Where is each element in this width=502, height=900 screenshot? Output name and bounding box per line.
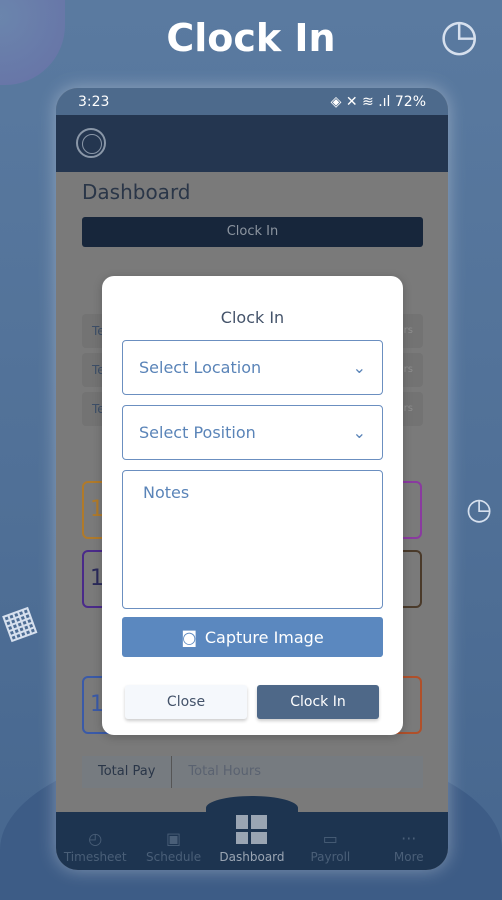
- dashboard-icon: [236, 815, 268, 844]
- nav-more[interactable]: ··· More: [370, 829, 448, 864]
- tab-total-hours[interactable]: Total Hours: [172, 756, 277, 788]
- nav-timesheet[interactable]: ◴ Timesheet: [56, 829, 134, 864]
- status-time: 3:23: [78, 93, 110, 110]
- app-bar: [56, 115, 448, 172]
- dashboard-clock-in-button[interactable]: Clock In: [82, 217, 423, 247]
- clock-icon: ◷: [466, 492, 493, 527]
- more-icon: ···: [401, 829, 417, 848]
- calendar-icon: ▣: [166, 829, 182, 848]
- signal-icon: ◈ ✕ ≋ .ıl: [330, 93, 395, 110]
- notes-input[interactable]: Notes: [122, 470, 383, 609]
- clock-icon: ◷: [440, 10, 479, 61]
- position-select[interactable]: Select Position ⌄: [122, 405, 383, 460]
- nav-payroll[interactable]: ▭ Payroll: [291, 829, 369, 864]
- bottom-nav: ◴ Timesheet ▣ Schedule Dashboard ▭ Payroll …: [56, 812, 448, 870]
- clock-in-dialog: Clock In Select Location ⌄ Select Positio…: [102, 276, 403, 735]
- timesheet-icon: ◴: [88, 829, 103, 848]
- capture-image-button[interactable]: ◙ Capture Image: [122, 617, 383, 657]
- clock-in-button[interactable]: Clock In: [257, 685, 379, 719]
- chevron-down-icon: ⌄: [352, 423, 366, 442]
- location-select[interactable]: Select Location ⌄: [122, 340, 383, 395]
- tab-total-pay[interactable]: Total Pay: [82, 756, 173, 788]
- page-title: Dashboard: [82, 180, 191, 204]
- pay-tabs: Total Pay Total Hours: [82, 756, 423, 788]
- battery-level: 72%: [394, 93, 426, 110]
- nav-schedule[interactable]: ▣ Schedule: [135, 829, 213, 864]
- hero-title: Clock In: [166, 16, 336, 60]
- status-bar: 3:23 ◈ ✕ ≋ .ıl 72%: [56, 88, 448, 115]
- calendar-icon: ▦: [0, 597, 43, 648]
- dialog-title: Clock In: [220, 308, 285, 327]
- app-logo-icon: [76, 128, 106, 158]
- chevron-down-icon: ⌄: [352, 358, 366, 377]
- payroll-icon: ▭: [322, 829, 338, 848]
- camera-icon: ◙: [181, 627, 197, 647]
- nav-dashboard[interactable]: Dashboard: [213, 815, 291, 864]
- close-button[interactable]: Close: [125, 685, 247, 719]
